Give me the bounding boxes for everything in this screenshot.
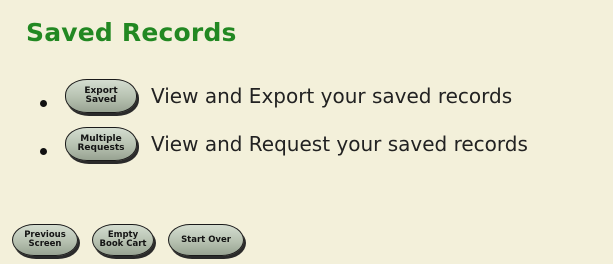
export-saved-button[interactable]: Export Saved (65, 79, 137, 113)
bullet-icon (40, 147, 47, 155)
previous-screen-button[interactable]: Previous Screen (12, 224, 78, 256)
request-description: View and Request your saved records (151, 132, 528, 156)
footer-button-bar: Previous Screen Empty Book Cart Start Ov… (12, 224, 258, 256)
empty-book-cart-button[interactable]: Empty Book Cart (92, 224, 154, 256)
export-description: View and Export your saved records (151, 84, 513, 108)
start-over-button[interactable]: Start Over (168, 224, 244, 256)
saved-records-panel: Saved Records Export Saved View and Expo… (0, 0, 613, 264)
list-item-export: Export Saved View and Export your saved … (40, 76, 512, 116)
multiple-requests-button[interactable]: Multiple Requests (65, 127, 137, 161)
bullet-icon (40, 99, 47, 107)
list-item-requests: Multiple Requests View and Request your … (40, 124, 528, 164)
section-title: Saved Records (26, 18, 237, 47)
